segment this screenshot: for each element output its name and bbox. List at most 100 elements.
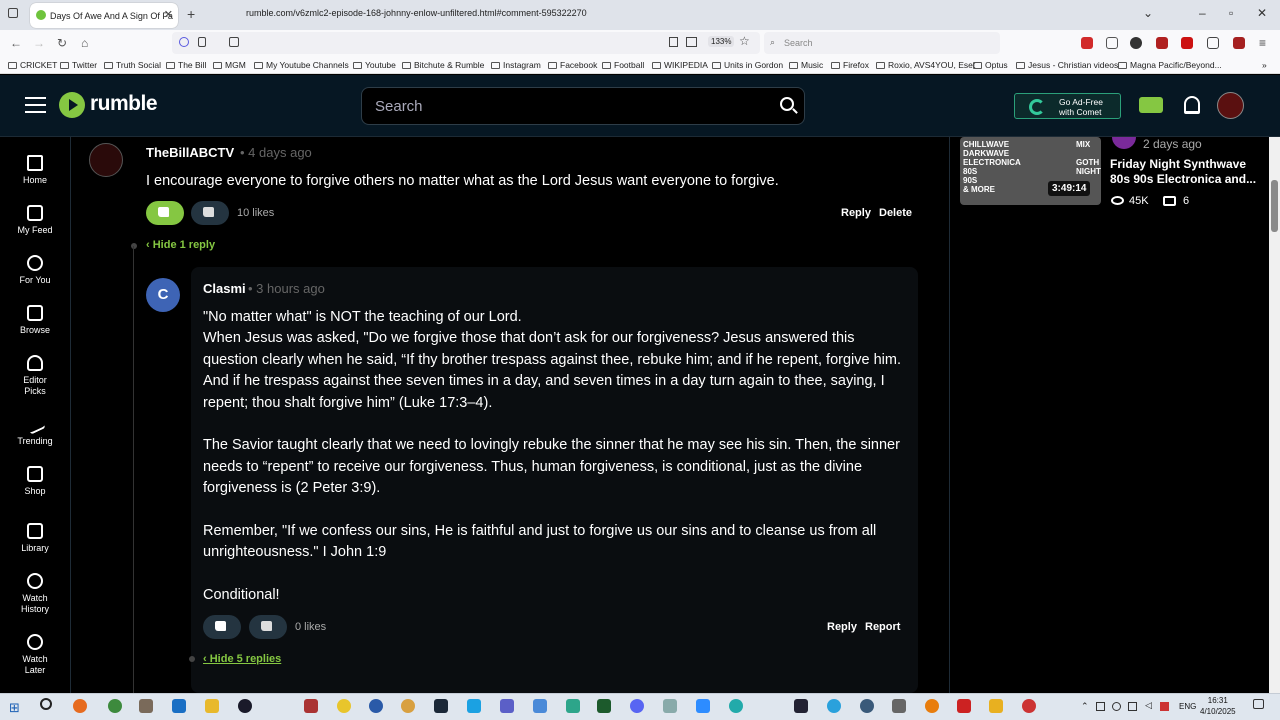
- hamburger-menu-icon[interactable]: [25, 97, 46, 113]
- bookmark-item[interactable]: My Youtube Channels: [254, 60, 349, 70]
- blender-icon[interactable]: [925, 699, 939, 713]
- app-icon[interactable]: [401, 699, 415, 713]
- extension-icon[interactable]: [1081, 37, 1093, 49]
- bookmark-item[interactable]: MGM: [213, 60, 246, 70]
- new-tab-icon[interactable]: +: [187, 6, 195, 22]
- permissions-icon[interactable]: [229, 37, 239, 47]
- bookmark-item[interactable]: Instagram: [491, 60, 541, 70]
- bookmark-item[interactable]: Facebook: [548, 60, 597, 70]
- bookmark-item[interactable]: Bitchute & Rumble: [402, 60, 484, 70]
- app-icon[interactable]: [304, 699, 318, 713]
- reader-view-icon[interactable]: [669, 37, 678, 47]
- volume-icon[interactable]: ◁: [1145, 700, 1152, 711]
- bookmark-item[interactable]: Twitter: [60, 60, 97, 70]
- app-icon[interactable]: [729, 699, 743, 713]
- sidebar-item-trending[interactable]: Trending: [0, 413, 70, 447]
- downvote-button[interactable]: [191, 201, 229, 225]
- delete-button[interactable]: Delete: [879, 207, 912, 219]
- upvote-button[interactable]: [203, 615, 241, 639]
- bookmark-item[interactable]: Units in Gordon: [712, 60, 783, 70]
- bookmark-item[interactable]: Jesus - Christian videos: [1016, 60, 1118, 70]
- comment-author[interactable]: Clasmi: [203, 281, 246, 296]
- bookmarks-overflow-icon[interactable]: »: [1262, 60, 1267, 70]
- url-text[interactable]: rumble.com/v6zmlc2-episode-168-johnny-en…: [246, 8, 587, 18]
- app-icon[interactable]: [663, 699, 677, 713]
- app-icon[interactable]: [337, 699, 351, 713]
- reply-button[interactable]: Reply: [841, 207, 871, 219]
- notification-center-icon[interactable]: [1253, 699, 1264, 709]
- app-icon[interactable]: [369, 699, 383, 713]
- bookmark-item[interactable]: The Bill: [166, 60, 206, 70]
- close-tab-icon[interactable]: ✕: [164, 8, 173, 21]
- zoom-icon[interactable]: [696, 699, 710, 713]
- sidebar-item-shop[interactable]: Shop: [0, 466, 70, 497]
- bookmark-item[interactable]: Optus: [973, 60, 1008, 70]
- app-icon[interactable]: [892, 699, 906, 713]
- app-icon[interactable]: [533, 699, 547, 713]
- sidebar-item-home[interactable]: Home: [0, 155, 70, 186]
- forward-icon[interactable]: →: [33, 36, 45, 50]
- bookmark-item[interactable]: Music: [789, 60, 823, 70]
- reply-button[interactable]: Reply: [827, 621, 857, 633]
- sidebar-item-watch-history[interactable]: Watch History: [0, 573, 70, 615]
- sidebar-item-editor-picks[interactable]: Editor Picks: [0, 355, 70, 397]
- hide-replies-toggle[interactable]: ‹ Hide 5 replies: [203, 653, 281, 665]
- zoom-level[interactable]: 133%: [708, 36, 735, 47]
- bookmark-item[interactable]: CRICKET: [8, 60, 57, 70]
- telegram-icon[interactable]: [827, 699, 841, 713]
- bookmark-item[interactable]: WIKIPEDIA: [652, 60, 708, 70]
- tracking-shield-icon[interactable]: [179, 37, 189, 47]
- app-icon[interactable]: [1022, 699, 1036, 713]
- language-indicator[interactable]: ENG: [1179, 702, 1196, 711]
- extension-icon[interactable]: [1233, 37, 1245, 49]
- bookmark-item[interactable]: Football: [602, 60, 644, 70]
- rumble-logo-icon[interactable]: [59, 92, 85, 118]
- audition-icon[interactable]: [597, 699, 611, 713]
- bookmark-item[interactable]: Roxio, AVS4YOU, Eset: [876, 60, 975, 70]
- home-icon[interactable]: ⌂: [81, 36, 88, 50]
- app-icon[interactable]: [794, 699, 808, 713]
- ublock-icon[interactable]: [1181, 37, 1193, 49]
- app-icon[interactable]: [139, 699, 153, 713]
- bookmark-star-icon[interactable]: ☆: [739, 34, 750, 48]
- app-icon[interactable]: [860, 699, 874, 713]
- chrome-icon[interactable]: [108, 699, 122, 713]
- sidebar-item-browse[interactable]: Browse: [0, 305, 70, 336]
- sidebar-item-library[interactable]: Library: [0, 523, 70, 554]
- extension-icon[interactable]: [1156, 37, 1168, 49]
- notifications-bell-icon[interactable]: [1184, 96, 1200, 114]
- report-button[interactable]: Report: [865, 621, 900, 633]
- go-adfree-button[interactable]: Go Ad-Free with Comet: [1014, 93, 1121, 119]
- discord-icon[interactable]: [630, 699, 644, 713]
- skype-icon[interactable]: [467, 699, 481, 713]
- video-title[interactable]: Friday Night Synthwave 80s 90s Electroni…: [1110, 157, 1260, 187]
- tab-list-icon[interactable]: [8, 8, 18, 18]
- firefox-icon[interactable]: [73, 699, 87, 713]
- user-avatar[interactable]: [1217, 92, 1244, 119]
- upload-camera-icon[interactable]: [1139, 97, 1163, 113]
- tray-icon[interactable]: [1096, 702, 1105, 711]
- sidebar-toggle-icon[interactable]: [1106, 37, 1118, 49]
- tray-icon[interactable]: [1160, 702, 1169, 711]
- steam-icon[interactable]: [434, 699, 448, 713]
- downvote-button[interactable]: [249, 615, 287, 639]
- sidebar-item-for-you[interactable]: For You: [0, 255, 70, 286]
- minimize-icon[interactable]: –: [1199, 6, 1206, 20]
- site-search-input[interactable]: [361, 87, 805, 125]
- menu-icon[interactable]: ≡: [1259, 36, 1266, 50]
- reload-icon[interactable]: ↻: [57, 36, 67, 50]
- comment-author[interactable]: TheBillABCTV: [146, 145, 234, 160]
- back-icon[interactable]: ←: [10, 36, 22, 50]
- tray-overflow-icon[interactable]: ⌃: [1081, 701, 1089, 712]
- teams-icon[interactable]: [500, 699, 514, 713]
- lock-icon[interactable]: [198, 37, 206, 47]
- search-icon[interactable]: [780, 97, 794, 111]
- commenter-avatar[interactable]: [89, 143, 123, 177]
- sidebar-item-watch-later[interactable]: Watch Later: [0, 634, 70, 676]
- app-icon[interactable]: [957, 699, 971, 713]
- search-icon[interactable]: [40, 698, 52, 710]
- hide-replies-toggle[interactable]: ‹ Hide 1 reply: [146, 239, 215, 251]
- close-window-icon[interactable]: ✕: [1257, 6, 1267, 20]
- upvote-button[interactable]: [146, 201, 184, 225]
- outlook-icon[interactable]: [172, 699, 186, 713]
